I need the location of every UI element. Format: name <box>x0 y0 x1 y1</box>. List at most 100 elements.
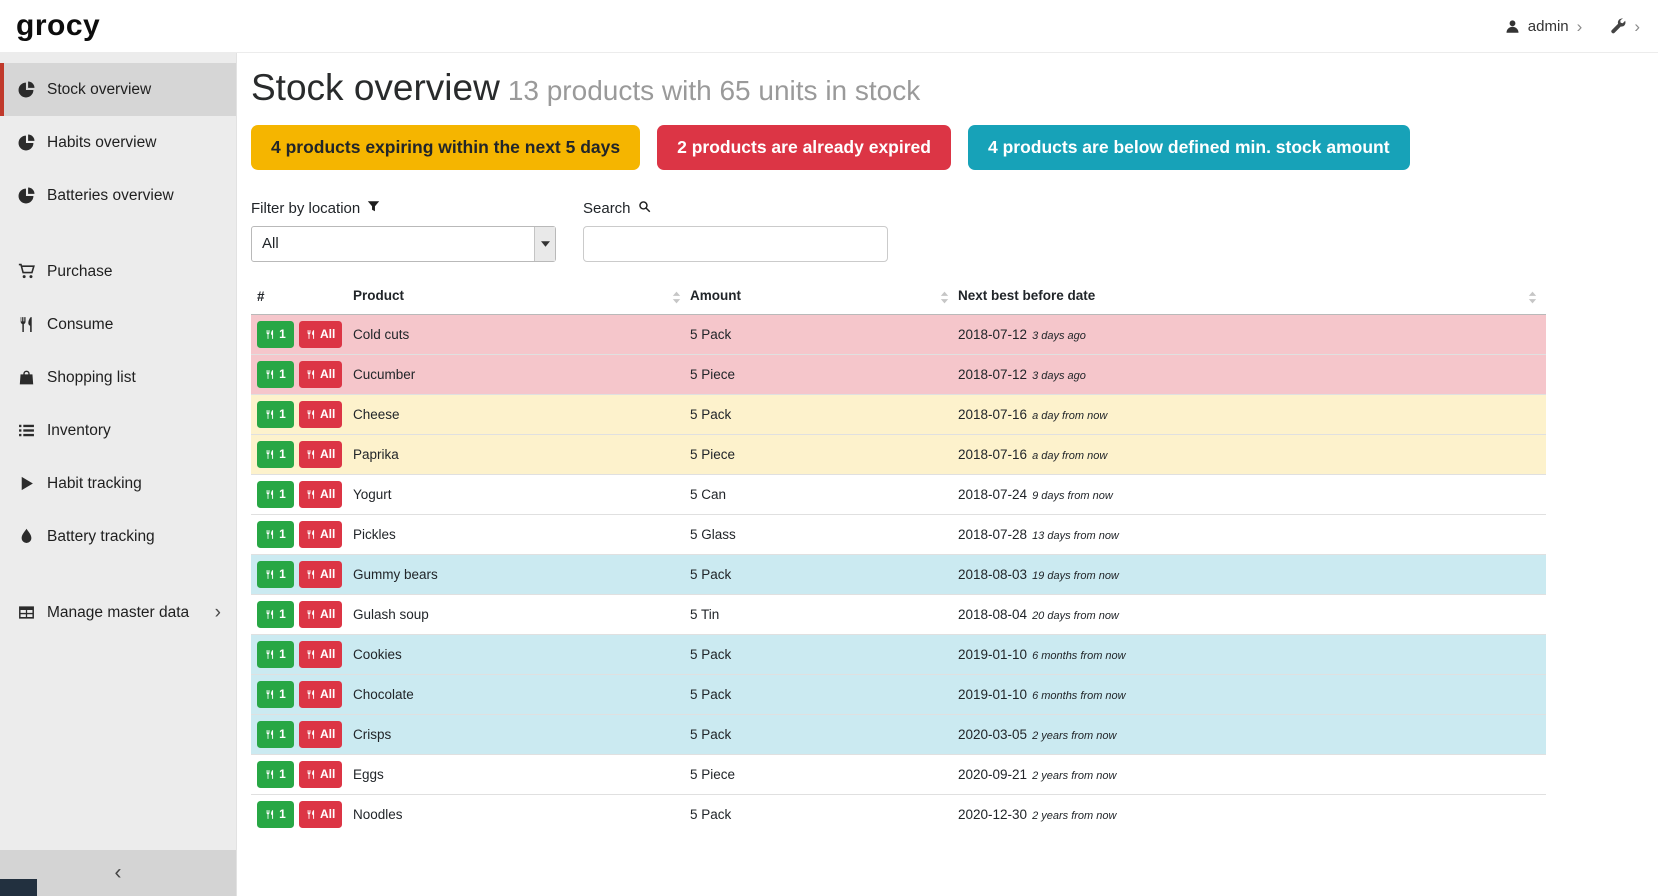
table-row: 1AllCucumber5 Piece2018-07-123 days ago <box>251 354 1546 394</box>
sidebar-item-battery-tracking[interactable]: Battery tracking <box>0 510 236 563</box>
column-header-amount[interactable]: Amount <box>690 284 958 315</box>
sidebar-item-label: Habit tracking <box>47 475 142 493</box>
consume-all-button[interactable]: All <box>299 641 342 668</box>
location-filter: Filter by location All <box>251 200 556 262</box>
table-row: 1AllGummy bears5 Pack2018-08-0319 days f… <box>251 554 1546 594</box>
utensils-icon <box>265 689 275 700</box>
sidebar-item-habits-overview[interactable]: Habits overview <box>0 116 236 169</box>
utensils-icon <box>265 569 275 580</box>
table-row: 1AllPickles5 Glass2018-07-2813 days from… <box>251 514 1546 554</box>
chevron-right-icon: › <box>1577 18 1583 35</box>
utensils-icon <box>265 369 275 380</box>
consume-one-button[interactable]: 1 <box>257 401 294 428</box>
utensils-icon <box>306 649 316 660</box>
product-amount: 5 Pack <box>690 634 958 674</box>
sidebar-item-shopping-list[interactable]: Shopping list <box>0 351 236 404</box>
consume-one-button[interactable]: 1 <box>257 441 294 468</box>
table-row: 1AllChocolate5 Pack2019-01-106 months fr… <box>251 674 1546 714</box>
sidebar-item-batteries-overview[interactable]: Batteries overview <box>0 169 236 222</box>
location-filter-value: All <box>262 235 279 252</box>
consume-all-button[interactable]: All <box>299 761 342 788</box>
consume-all-button[interactable]: All <box>299 321 342 348</box>
utensils-icon <box>306 529 316 540</box>
consume-one-button[interactable]: 1 <box>257 361 294 388</box>
row-actions: 1All <box>251 354 353 394</box>
breakpoint-indicator <box>0 879 37 896</box>
utensils-icon <box>306 729 316 740</box>
status-badge[interactable]: 4 products expiring within the next 5 da… <box>251 125 640 170</box>
status-badge[interactable]: 2 products are already expired <box>657 125 951 170</box>
consume-one-button[interactable]: 1 <box>257 561 294 588</box>
sidebar-item-manage-master-data[interactable]: Manage master data› <box>0 586 236 639</box>
consume-all-button[interactable]: All <box>299 801 342 828</box>
consume-one-button[interactable]: 1 <box>257 481 294 508</box>
consume-one-button[interactable]: 1 <box>257 641 294 668</box>
consume-one-button[interactable]: 1 <box>257 761 294 788</box>
table-row: 1AllCheese5 Pack2018-07-16a day from now <box>251 394 1546 434</box>
table-row: 1AllNoodles5 Pack2020-12-302 years from … <box>251 794 1546 834</box>
sort-icon[interactable] <box>1527 290 1538 305</box>
table-row: 1AllPaprika5 Piece2018-07-16a day from n… <box>251 434 1546 474</box>
product-amount: 5 Pack <box>690 394 958 434</box>
consume-one-button[interactable]: 1 <box>257 521 294 548</box>
consume-all-button[interactable]: All <box>299 521 342 548</box>
settings-menu[interactable]: › <box>1610 18 1640 35</box>
sidebar-item-consume[interactable]: Consume <box>0 298 236 351</box>
consume-all-button[interactable]: All <box>299 721 342 748</box>
cart-icon <box>17 263 36 280</box>
product-amount: 5 Glass <box>690 514 958 554</box>
table-icon <box>17 604 36 621</box>
wrench-icon <box>1610 18 1626 34</box>
chevron-right-icon: › <box>215 602 221 624</box>
search-input[interactable] <box>583 226 888 262</box>
consume-all-button[interactable]: All <box>299 401 342 428</box>
consume-all-button[interactable]: All <box>299 681 342 708</box>
table-header-row: # Product Amount Next best before date <box>251 284 1546 315</box>
product-amount: 5 Piece <box>690 354 958 394</box>
column-header-product[interactable]: Product <box>353 284 690 315</box>
consume-all-button[interactable]: All <box>299 601 342 628</box>
utensils-icon <box>306 409 316 420</box>
product-amount: 5 Tin <box>690 594 958 634</box>
utensils-icon <box>265 769 275 780</box>
product-name: Pickles <box>353 514 690 554</box>
row-actions: 1All <box>251 754 353 794</box>
product-name: Cheese <box>353 394 690 434</box>
row-actions: 1All <box>251 314 353 354</box>
best-before-date: 2018-08-0319 days from now <box>958 554 1546 594</box>
consume-all-button[interactable]: All <box>299 561 342 588</box>
product-name: Cold cuts <box>353 314 690 354</box>
app-logo[interactable]: grocy <box>16 9 100 43</box>
consume-one-button[interactable]: 1 <box>257 681 294 708</box>
user-menu[interactable]: admin › <box>1505 18 1583 35</box>
column-header-best-before[interactable]: Next best before date <box>958 284 1546 315</box>
product-amount: 5 Pack <box>690 674 958 714</box>
sidebar-item-purchase[interactable]: Purchase <box>0 245 236 298</box>
consume-all-button[interactable]: All <box>299 441 342 468</box>
user-name: admin <box>1528 18 1569 35</box>
utensils-icon <box>265 329 275 340</box>
search-label: Search <box>583 200 888 217</box>
sort-icon[interactable] <box>671 290 682 305</box>
sidebar-item-inventory[interactable]: Inventory <box>0 404 236 457</box>
sort-icon[interactable] <box>939 290 950 305</box>
location-filter-select[interactable]: All <box>251 226 556 262</box>
sidebar-item-label: Inventory <box>47 422 111 440</box>
row-actions: 1All <box>251 674 353 714</box>
utensils-icon <box>17 316 36 333</box>
consume-one-button[interactable]: 1 <box>257 321 294 348</box>
page-subtitle: 13 products with 65 units in stock <box>508 75 920 106</box>
sidebar-item-habit-tracking[interactable]: Habit tracking <box>0 457 236 510</box>
consume-all-button[interactable]: All <box>299 481 342 508</box>
chart-pie-icon <box>17 134 36 151</box>
status-badges: 4 products expiring within the next 5 da… <box>251 125 1658 170</box>
consume-all-button[interactable]: All <box>299 361 342 388</box>
consume-one-button[interactable]: 1 <box>257 721 294 748</box>
table-row: 1AllEggs5 Piece2020-09-212 years from no… <box>251 754 1546 794</box>
status-badge[interactable]: 4 products are below defined min. stock … <box>968 125 1410 170</box>
consume-one-button[interactable]: 1 <box>257 601 294 628</box>
sidebar-item-stock-overview[interactable]: Stock overview <box>0 63 236 116</box>
row-actions: 1All <box>251 514 353 554</box>
product-name: Crisps <box>353 714 690 754</box>
consume-one-button[interactable]: 1 <box>257 801 294 828</box>
